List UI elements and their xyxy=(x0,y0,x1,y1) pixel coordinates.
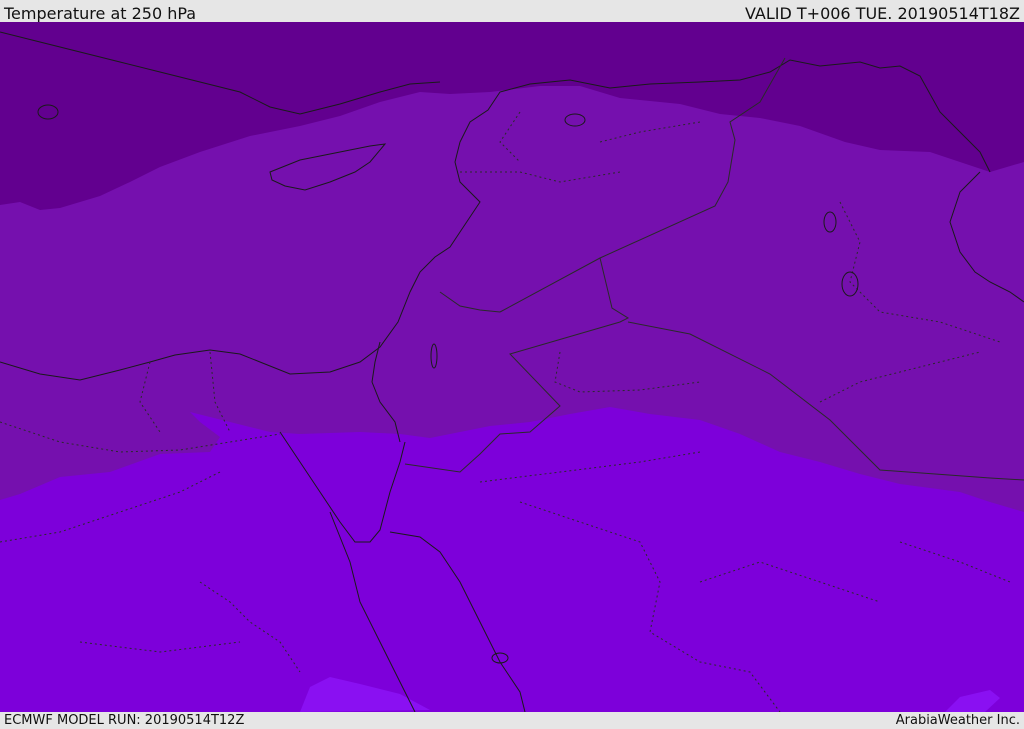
chart-title: Temperature at 250 hPa xyxy=(4,4,197,23)
model-run-label: ECMWF MODEL RUN: 20190514T12Z xyxy=(4,713,245,728)
header-bar: Temperature at 250 hPa VALID T+006 TUE. … xyxy=(0,0,1024,23)
valid-time-label: VALID T+006 TUE. 20190514T18Z xyxy=(744,4,1020,23)
credit-label: ArabiaWeather Inc. xyxy=(895,713,1020,728)
map-canvas xyxy=(0,22,1024,712)
footer-bar: ECMWF MODEL RUN: 20190514T12Z ArabiaWeat… xyxy=(0,712,1024,729)
weather-map[interactable] xyxy=(0,22,1024,712)
